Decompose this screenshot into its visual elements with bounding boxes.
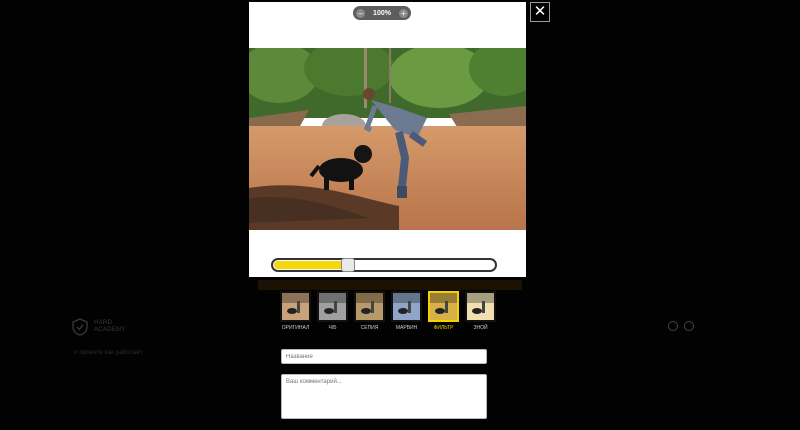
filter-thumbnail[interactable] bbox=[391, 291, 422, 322]
filter-thumbnail[interactable] bbox=[317, 291, 348, 322]
background-band bbox=[258, 280, 522, 290]
photo-image bbox=[249, 48, 526, 230]
filter-option[interactable]: фильтр bbox=[428, 291, 459, 331]
shield-logo-icon bbox=[72, 318, 88, 336]
filter-label: ч/б bbox=[328, 325, 337, 331]
background-link[interactable]: о проекте как работает bbox=[74, 350, 143, 356]
filter-option[interactable]: сепия bbox=[354, 291, 385, 331]
filter-thumbnail[interactable] bbox=[465, 291, 496, 322]
nav-dot-2[interactable] bbox=[684, 321, 694, 331]
close-button[interactable]: ✕ bbox=[530, 2, 550, 22]
background-nav-dots bbox=[668, 321, 694, 331]
title-input[interactable] bbox=[281, 349, 487, 364]
filter-option[interactable]: ч/б bbox=[317, 291, 348, 331]
filter-thumbnail[interactable] bbox=[354, 291, 385, 322]
logo-line-1: hard bbox=[94, 320, 113, 326]
filter-strip: оригинал ч/б сепия марвин фильтр зной bbox=[280, 291, 496, 331]
adjust-slider-fill bbox=[274, 261, 344, 269]
adjust-slider-thumb[interactable] bbox=[341, 258, 355, 272]
zoom-control: – 100% + bbox=[353, 6, 411, 20]
comment-textarea[interactable] bbox=[281, 374, 487, 419]
filter-thumbnail[interactable] bbox=[280, 291, 311, 322]
filter-label: сепия bbox=[360, 325, 379, 331]
filter-label: фильтр bbox=[433, 325, 454, 331]
zoom-level: 100% bbox=[373, 9, 391, 17]
zoom-in-button[interactable]: + bbox=[399, 8, 408, 18]
zoom-out-button[interactable]: – bbox=[356, 8, 365, 18]
photo-preview bbox=[249, 48, 526, 230]
filter-label: оригинал bbox=[281, 325, 310, 331]
site-logo: hard academy bbox=[72, 318, 126, 336]
filter-option[interactable]: зной bbox=[465, 291, 496, 331]
filter-label: зной bbox=[473, 325, 488, 331]
filter-thumbnail[interactable] bbox=[428, 291, 459, 322]
nav-dot-1[interactable] bbox=[668, 321, 678, 331]
logo-line-2: academy bbox=[94, 327, 126, 333]
filter-option[interactable]: марвин bbox=[391, 291, 422, 331]
filter-label: марвин bbox=[395, 325, 418, 331]
filter-option[interactable]: оригинал bbox=[280, 291, 311, 331]
